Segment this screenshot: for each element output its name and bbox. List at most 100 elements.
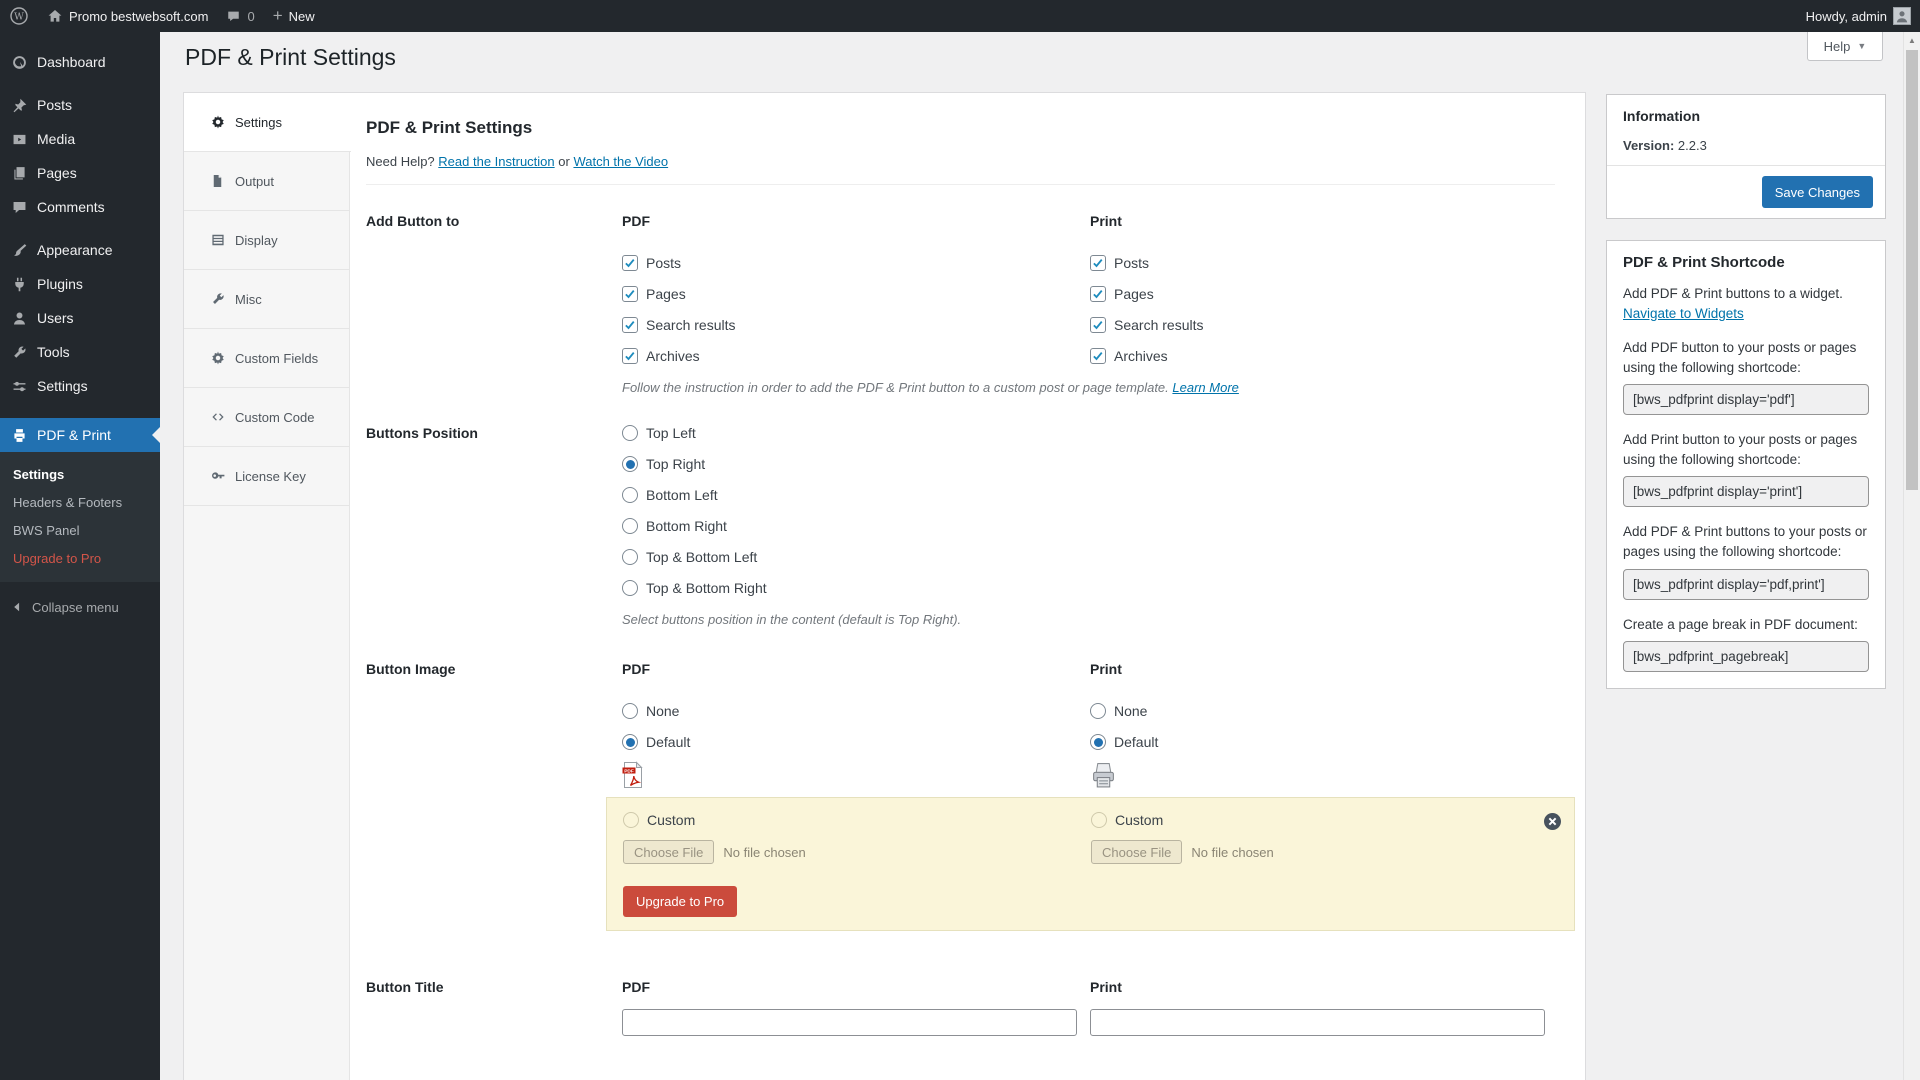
collapse-menu-button[interactable]: Collapse menu xyxy=(0,590,160,624)
submenu-item-headers-footers[interactable]: Headers & Footers xyxy=(0,488,160,516)
upgrade-to-pro-button[interactable]: Upgrade to Pro xyxy=(623,886,737,917)
pdf-archives-checkbox[interactable]: Archives xyxy=(622,348,1090,364)
new-content-button[interactable]: + New xyxy=(264,0,324,32)
sidebar-item-posts[interactable]: Posts xyxy=(0,88,160,122)
checkbox-checked-icon xyxy=(1090,286,1106,302)
submenu-item-upgrade-to-pro[interactable]: Upgrade to Pro xyxy=(0,544,160,572)
pdf-search-results-checkbox[interactable]: Search results xyxy=(622,317,1090,333)
promo-pdf-column: Custom Choose File No file chosen xyxy=(623,798,1063,864)
checkbox-checked-icon xyxy=(622,317,638,333)
sidebar-item-pages[interactable]: Pages xyxy=(0,156,160,190)
print-image-none-radio[interactable]: None xyxy=(1090,703,1555,719)
sidebar-item-dashboard[interactable]: Dashboard xyxy=(0,45,160,79)
watch-video-link[interactable]: Watch the Video xyxy=(573,154,668,169)
scrollbar-up-arrow[interactable]: ▲ xyxy=(1904,32,1920,48)
sidebar-item-appearance[interactable]: Appearance xyxy=(0,233,160,267)
print-column-header: Print xyxy=(1090,661,1555,677)
comments-icon xyxy=(10,199,28,216)
sidebar-item-settings[interactable]: Settings xyxy=(0,369,160,403)
tab-license-key[interactable]: License Key xyxy=(184,447,349,506)
print-column-header: Print xyxy=(1090,213,1555,229)
need-help-line: Need Help? Read the Instruction or Watch… xyxy=(366,154,1555,169)
help-dropdown[interactable]: Help ▼ xyxy=(1807,32,1883,61)
submenu-item-settings[interactable]: Settings xyxy=(0,460,160,488)
radio-label: Bottom Left xyxy=(646,487,718,503)
tab-misc[interactable]: Misc xyxy=(184,270,349,329)
pro-feature-box: Custom Choose File No file chosen Custom… xyxy=(606,797,1575,931)
button-image-label: Button Image xyxy=(366,661,622,677)
menu-separator xyxy=(0,79,160,88)
pdf-choose-file-button[interactable]: Choose File xyxy=(623,840,714,864)
tab-output[interactable]: Output xyxy=(184,152,349,211)
comments-shortcut[interactable]: 0 xyxy=(217,0,263,32)
checkbox-label: Posts xyxy=(1114,255,1149,271)
settings-heading: PDF & Print Settings xyxy=(366,118,1555,138)
navigate-to-widgets-link[interactable]: Navigate to Widgets xyxy=(1623,306,1744,321)
wordpress-admin-page: { "colors": { "accent": "#2271b1", "link… xyxy=(0,0,1920,1080)
pdf-image-default-radio[interactable]: Default xyxy=(622,734,1090,750)
svg-text:W: W xyxy=(14,12,24,23)
print-pages-checkbox[interactable]: Pages xyxy=(1090,286,1555,302)
sidebar-item-comments[interactable]: Comments xyxy=(0,190,160,224)
position-bottom-right-radio[interactable]: Bottom Right xyxy=(622,518,1555,534)
print-archives-checkbox[interactable]: Archives xyxy=(1090,348,1555,364)
pdf-custom-file-row: Choose File No file chosen xyxy=(623,840,1063,864)
print-choose-file-button[interactable]: Choose File xyxy=(1091,840,1182,864)
print-image-default-radio[interactable]: Default xyxy=(1090,734,1555,750)
shortcode-input-print[interactable] xyxy=(1623,476,1869,507)
close-icon[interactable] xyxy=(1544,813,1561,830)
key-icon xyxy=(209,468,226,484)
tab-custom-fields[interactable]: Custom Fields xyxy=(184,329,349,388)
site-link[interactable]: Promo bestwebsoft.com xyxy=(38,0,217,32)
checkbox-label: Search results xyxy=(646,317,735,333)
position-top-right-radio[interactable]: Top Right xyxy=(622,456,1555,472)
radio-label: Default xyxy=(646,734,690,750)
print-posts-checkbox[interactable]: Posts xyxy=(1090,255,1555,271)
dashboard-icon xyxy=(10,54,28,71)
scrollbar-thumb[interactable] xyxy=(1906,50,1918,490)
tab-settings[interactable]: Settings xyxy=(184,93,351,152)
position-bottom-left-radio[interactable]: Bottom Left xyxy=(622,487,1555,503)
pdf-image-none-radio[interactable]: None xyxy=(622,703,1090,719)
pdf-button-title-input[interactable] xyxy=(622,1009,1077,1036)
wrench-icon xyxy=(209,291,226,307)
account-menu[interactable]: Howdy, admin xyxy=(1797,0,1920,32)
sidebar-item-users[interactable]: Users xyxy=(0,301,160,335)
tab-custom-code[interactable]: Custom Code xyxy=(184,388,349,447)
pdf-posts-checkbox[interactable]: Posts xyxy=(622,255,1090,271)
sidebar-item-tools[interactable]: Tools xyxy=(0,335,160,369)
sidebar-item-label: PDF & Print xyxy=(37,427,111,443)
read-instruction-link[interactable]: Read the Instruction xyxy=(438,154,554,169)
need-help-label: Need Help? xyxy=(366,154,435,169)
wordpress-logo[interactable]: W xyxy=(0,0,38,32)
save-changes-button[interactable]: Save Changes xyxy=(1762,176,1873,208)
radio-selected-icon xyxy=(1090,734,1106,750)
gear-icon xyxy=(209,114,226,130)
avatar xyxy=(1893,7,1911,25)
sidebar-item-media[interactable]: Media xyxy=(0,122,160,156)
sidebar-item-pdf-print[interactable]: PDF & Print xyxy=(0,418,160,452)
settings-panel: Settings Output Display Misc Custom Fiel… xyxy=(183,92,1586,1080)
tab-display[interactable]: Display xyxy=(184,211,349,270)
position-top-bottom-left-radio[interactable]: Top & Bottom Left xyxy=(622,549,1555,565)
checkbox-label: Pages xyxy=(1114,286,1154,302)
radio-icon xyxy=(622,580,638,596)
radio-icon xyxy=(622,703,638,719)
position-top-left-radio[interactable]: Top Left xyxy=(622,425,1555,441)
collapse-arrow-icon xyxy=(10,600,24,614)
sidebar-item-plugins[interactable]: Plugins xyxy=(0,267,160,301)
add-button-pdf-column: PDF Posts Pages Search results Archives xyxy=(622,213,1090,364)
sidebar-item-label: Media xyxy=(37,131,75,147)
instruction-note: Follow the instruction in order to add t… xyxy=(622,380,1555,395)
shortcode-input-pdf[interactable] xyxy=(1623,384,1869,415)
pdf-pages-checkbox[interactable]: Pages xyxy=(622,286,1090,302)
shortcode-input-pagebreak[interactable] xyxy=(1623,641,1869,672)
print-image-custom-radio[interactable]: Custom xyxy=(1091,812,1531,828)
print-button-title-input[interactable] xyxy=(1090,1009,1545,1036)
print-search-results-checkbox[interactable]: Search results xyxy=(1090,317,1555,333)
submenu-item-bws-panel[interactable]: BWS Panel xyxy=(0,516,160,544)
shortcode-input-pdf-print[interactable] xyxy=(1623,569,1869,600)
pdf-image-custom-radio[interactable]: Custom xyxy=(623,812,1063,828)
learn-more-link[interactable]: Learn More xyxy=(1172,380,1238,395)
position-top-bottom-right-radio[interactable]: Top & Bottom Right xyxy=(622,580,1555,596)
